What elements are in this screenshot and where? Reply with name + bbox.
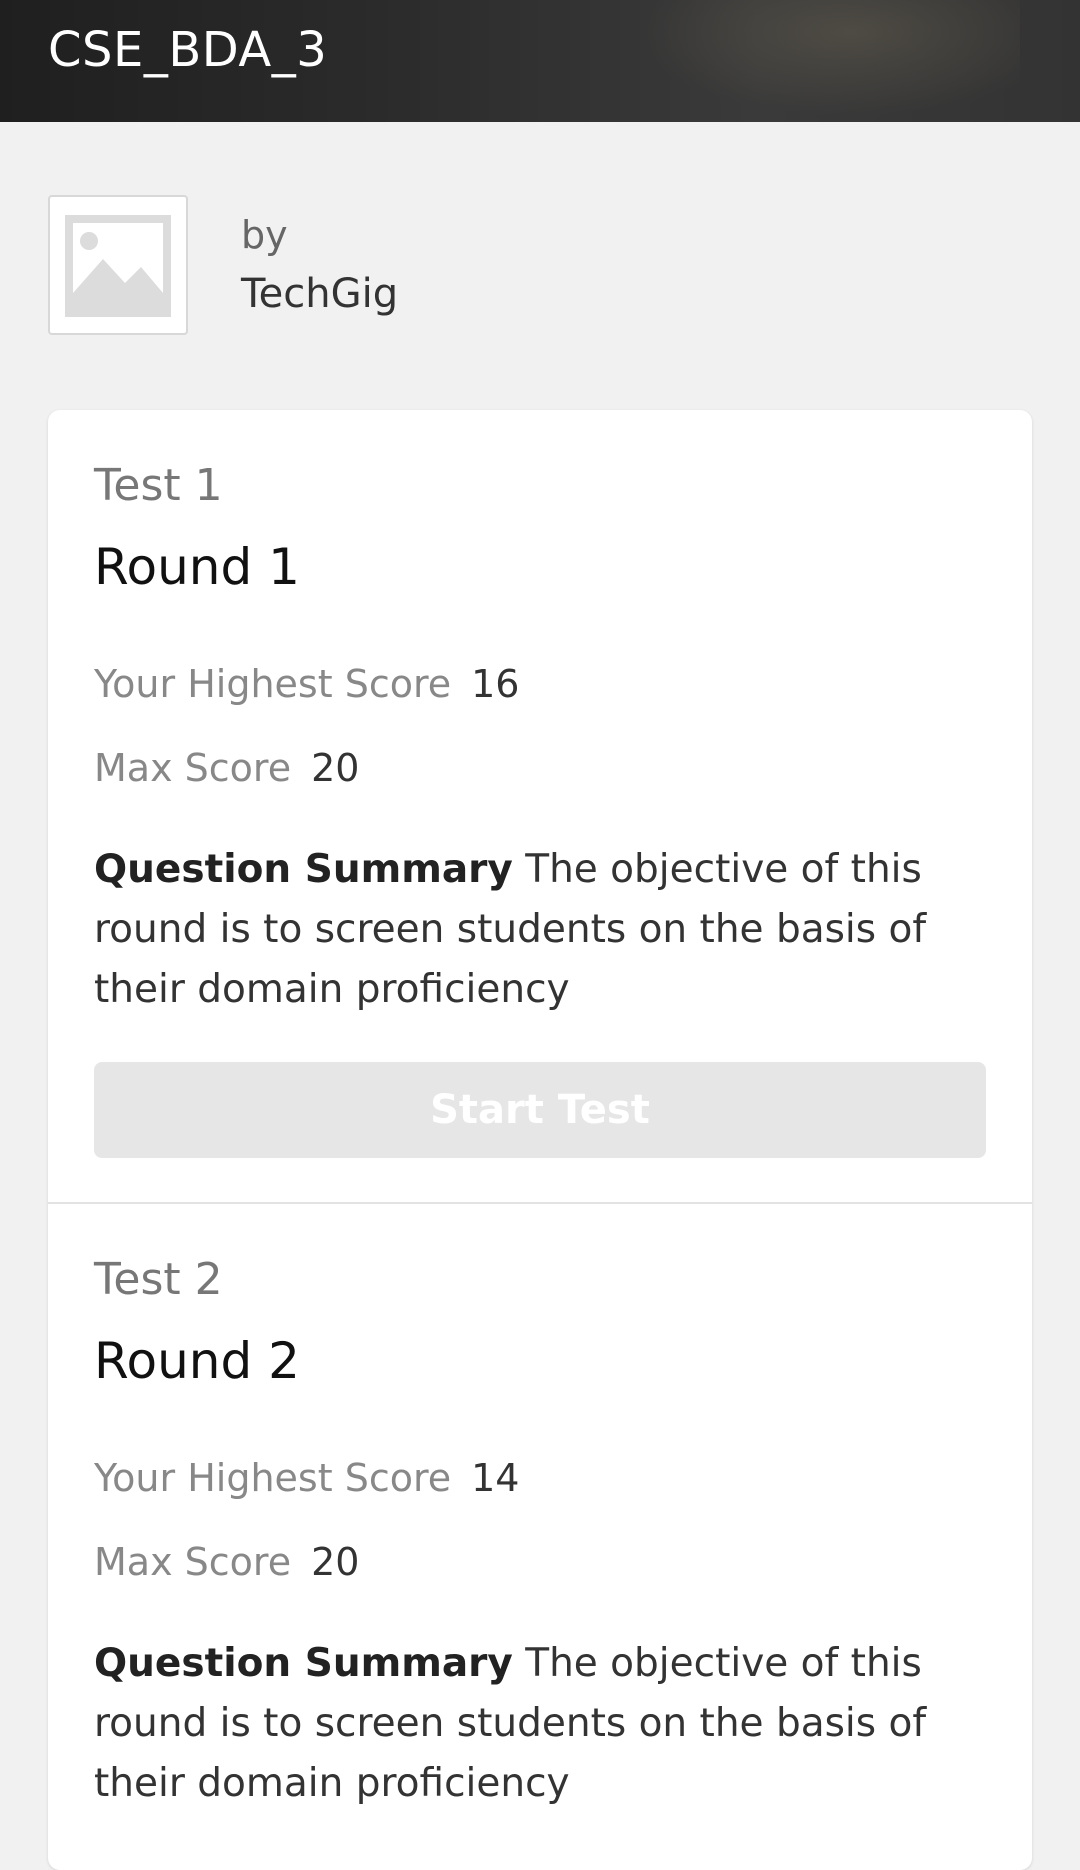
highest-score-value: 14: [471, 1456, 520, 1500]
image-placeholder-icon: [48, 195, 188, 335]
highest-score-row: Your Highest Score 16: [94, 662, 519, 706]
round-title: Round 2: [94, 1332, 300, 1390]
max-score-label: Max Score: [94, 1540, 292, 1584]
highest-score-value: 16: [471, 662, 520, 706]
highest-score-row: Your Highest Score 14: [94, 1456, 519, 1500]
question-summary: Question Summary The objective of this r…: [94, 1634, 974, 1814]
max-score-label: Max Score: [94, 746, 292, 790]
max-score-row: Max Score 20: [94, 746, 359, 790]
max-score-row: Max Score 20: [94, 1540, 359, 1584]
question-summary: Question Summary The objective of this r…: [94, 840, 974, 1020]
question-summary-label: Question Summary: [94, 1641, 513, 1686]
question-summary-label: Question Summary: [94, 847, 513, 892]
test-label: Test 1: [94, 460, 223, 511]
provider-by-label: by: [241, 213, 288, 257]
start-test-button[interactable]: Start Test: [94, 1062, 986, 1158]
tests-card: Test 1 Round 1 Your Highest Score 16 Max …: [48, 410, 1032, 1870]
round-title: Round 1: [94, 538, 300, 596]
max-score-value: 20: [311, 746, 360, 790]
app-header: CSE_BDA_3: [0, 0, 1080, 122]
test-item: Test 2 Round 2 Your Highest Score 14 Max …: [48, 1204, 1032, 1870]
header-background-art: [600, 0, 1020, 122]
highest-score-label: Your Highest Score: [94, 1456, 452, 1500]
test-label: Test 2: [94, 1254, 223, 1305]
highest-score-label: Your Highest Score: [94, 662, 452, 706]
provider-name[interactable]: TechGig: [241, 271, 398, 317]
test-item: Test 1 Round 1 Your Highest Score 16 Max …: [48, 410, 1032, 1204]
page-title: CSE_BDA_3: [48, 22, 328, 78]
max-score-value: 20: [311, 1540, 360, 1584]
